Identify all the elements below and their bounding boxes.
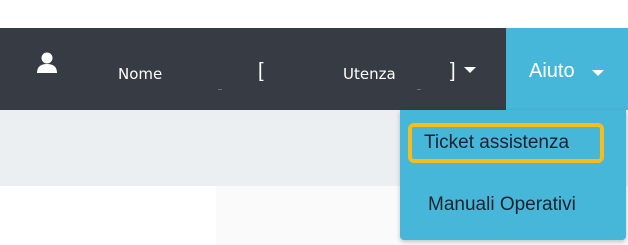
navbar: Nome [ Utenza ] Aiuto: [0, 28, 628, 110]
bracket-close: ]: [450, 60, 456, 82]
bracket-open: [: [258, 60, 264, 82]
menu-item-label: Manuali Operativi: [428, 194, 576, 215]
caret-down-icon: [464, 67, 476, 73]
separator-tick: [218, 89, 222, 90]
separator-tick: [417, 89, 421, 90]
help-dropdown-menu: Ticket assistenza Manuali Operativi: [400, 110, 626, 240]
user-icon: [37, 52, 57, 73]
caret-down-icon: [592, 70, 604, 76]
user-menu[interactable]: Nome [ Utenza ]: [0, 28, 506, 110]
help-menu-button[interactable]: Aiuto: [506, 28, 628, 110]
top-strip: [0, 0, 628, 28]
menu-item-ticket-assistenza[interactable]: Ticket assistenza: [408, 123, 604, 163]
menu-item-manuali-operativi[interactable]: Manuali Operativi: [428, 194, 576, 216]
help-menu-label: Aiuto: [529, 60, 575, 82]
menu-item-label: Ticket assistenza: [424, 132, 570, 153]
user-role: Utenza: [343, 65, 396, 83]
user-name: Nome: [118, 65, 163, 83]
